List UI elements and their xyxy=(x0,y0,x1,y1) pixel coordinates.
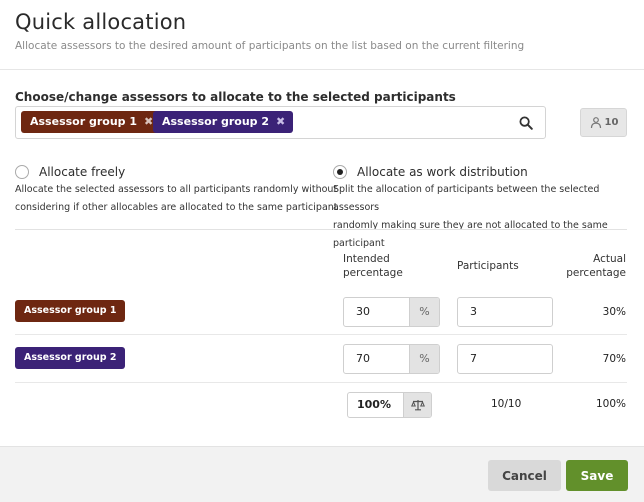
percent-unit: % xyxy=(409,298,439,326)
radio-distribution-desc-line1: Split the allocation of participants bet… xyxy=(333,184,600,213)
radio-distribution[interactable]: Allocate as work distribution xyxy=(333,165,528,179)
col-header-actual-line1: Actual xyxy=(593,253,626,265)
divider xyxy=(0,69,644,70)
radio-free-desc-line2: considering if other allocables are allo… xyxy=(15,202,338,213)
assessor-tag-label: Assessor group 1 xyxy=(30,115,138,128)
actual-percentage: 30% xyxy=(602,306,626,318)
assessor-tag: Assessor group 1 ✖ xyxy=(21,111,162,133)
radio-free-label: Allocate freely xyxy=(39,165,126,179)
balance-icon[interactable] xyxy=(403,393,431,417)
radio-free-circle[interactable] xyxy=(15,165,29,179)
remove-tag-icon[interactable]: ✖ xyxy=(144,115,153,128)
cancel-button[interactable]: Cancel xyxy=(488,460,561,491)
radio-distribution-description: Split the allocation of participants bet… xyxy=(333,181,644,253)
col-header-intended-line1: Intended xyxy=(343,253,390,265)
actual-percentage: 70% xyxy=(602,353,626,365)
radio-distribution-label: Allocate as work distribution xyxy=(357,165,528,179)
col-header-participants: Participants xyxy=(457,260,519,272)
divider xyxy=(15,229,627,230)
col-header-intended-line2: percentage xyxy=(343,267,403,279)
total-intended: 100% xyxy=(347,392,432,418)
search-icon[interactable] xyxy=(519,116,533,130)
radio-distribution-desc-line2: randomly making sure they are not alloca… xyxy=(333,220,608,249)
users-icon xyxy=(590,116,601,128)
radio-free-description: Allocate the selected assessors to all p… xyxy=(15,181,338,217)
radio-distribution-circle[interactable] xyxy=(333,165,347,179)
row-name-badge: Assessor group 1 xyxy=(15,300,126,322)
percent-unit: % xyxy=(409,345,439,373)
total-participants: 10/10 xyxy=(491,398,522,410)
radio-free-desc-line1: Allocate the selected assessors to all p… xyxy=(15,184,338,195)
intended-percentage-input[interactable]: 70 % xyxy=(343,344,440,374)
col-header-intended: Intended percentage xyxy=(343,252,403,280)
assessor-count-button[interactable]: 10 xyxy=(580,108,627,137)
dialog-subtitle: Allocate assessors to the desired amount… xyxy=(15,40,525,52)
assessor-count: 10 xyxy=(604,117,619,128)
total-intended-value: 100% xyxy=(357,398,391,411)
participants-input[interactable]: 7 xyxy=(457,344,553,374)
row-name-badge: Assessor group 2 xyxy=(15,347,126,369)
remove-tag-icon[interactable]: ✖ xyxy=(276,115,285,128)
intended-value: 30 xyxy=(356,305,370,318)
intended-value: 70 xyxy=(356,352,370,365)
col-header-actual-line2: percentage xyxy=(566,267,626,279)
row-divider xyxy=(15,334,627,335)
save-button[interactable]: Save xyxy=(566,460,628,491)
assessors-label: Choose/change assessors to allocate to t… xyxy=(15,90,456,104)
dialog-title: Quick allocation xyxy=(15,10,187,34)
radio-free[interactable]: Allocate freely xyxy=(15,165,125,179)
col-header-actual: Actual percentage xyxy=(566,252,626,280)
dialog-footer: Cancel Save xyxy=(0,446,644,502)
assessor-tag-label: Assessor group 2 xyxy=(162,115,270,128)
participants-input[interactable]: 3 xyxy=(457,297,553,327)
total-actual: 100% xyxy=(595,398,626,410)
assessor-select[interactable]: Assessor group 1 ✖ Assessor group 2 ✖ xyxy=(15,106,546,139)
assessor-tag: Assessor group 2 ✖ xyxy=(153,111,294,133)
row-divider xyxy=(15,382,627,383)
intended-percentage-input[interactable]: 30 % xyxy=(343,297,440,327)
